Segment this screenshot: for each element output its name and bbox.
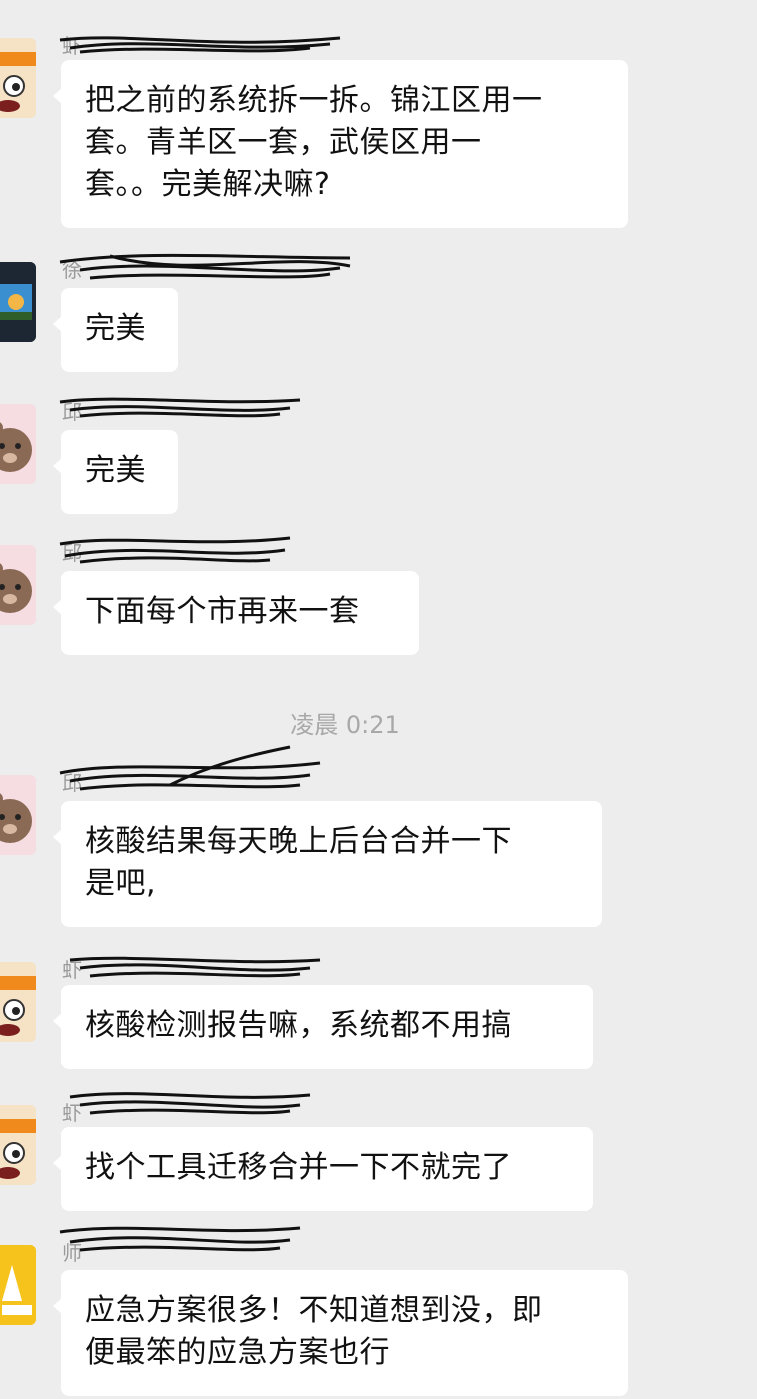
yellow-logo-icon [0, 1245, 36, 1325]
message-text: 完美 [85, 453, 146, 488]
message-text: 找个工具迁移合并一下不就完了 [85, 1150, 512, 1185]
chat-history[interactable]: 虾 把之前的系统拆一拆。锦江区用一 套。青羊区一套，武侯区用一 套。。完美解决嘛… [0, 0, 757, 1399]
message-bubble[interactable]: 找个工具迁移合并一下不就完了 [53, 1127, 593, 1211]
bear-icon [0, 775, 36, 855]
avatar[interactable] [0, 1245, 36, 1325]
message-text: 把之前的系统拆一拆。锦江区用一 [85, 83, 543, 118]
message-text: 套。青羊区一套，武侯区用一 [85, 125, 482, 160]
sender-name: 邱 [62, 541, 82, 565]
message-text: 核酸检测报告嘛，系统都不用搞 [85, 1008, 512, 1043]
avatar[interactable] [0, 404, 36, 484]
message-text: 下面每个市再来一套 [85, 594, 360, 629]
sender-name: 徐 [62, 258, 82, 282]
redaction-scribble [59, 36, 341, 54]
message-text: 是吧, [85, 866, 157, 901]
sender-name: 邱 [62, 771, 82, 795]
message-text: 应急方案很多！不知道想到没，即 [85, 1293, 543, 1328]
redaction-scribble [59, 745, 321, 791]
avatar[interactable] [0, 775, 36, 855]
sender-name: 邱 [62, 400, 82, 424]
sender-name: 虾 [62, 34, 82, 58]
avatar[interactable] [0, 1105, 36, 1185]
bear-icon [0, 545, 36, 625]
message-text: 套。。完美解决嘛? [85, 167, 331, 202]
game-screenshot-icon [0, 262, 36, 342]
cartoon-face-icon [0, 38, 36, 118]
redaction-scribble [59, 253, 351, 280]
message-bubble[interactable]: 完美 [53, 288, 178, 372]
bear-icon [0, 404, 36, 484]
sender-name: 师 [62, 1241, 82, 1265]
redaction-scribble [59, 1226, 301, 1252]
sender-name: 虾 [62, 958, 82, 982]
sender-name: 虾 [62, 1101, 82, 1125]
cartoon-face-icon [0, 962, 36, 1042]
avatar[interactable] [0, 262, 36, 342]
avatar[interactable] [0, 545, 36, 625]
message-bubble[interactable]: 把之前的系统拆一拆。锦江区用一 套。青羊区一套，武侯区用一 套。。完美解决嘛? [53, 60, 628, 228]
avatar[interactable] [0, 38, 36, 118]
message-bubble[interactable]: 应急方案很多！不知道想到没，即 便最笨的应急方案也行 [53, 1270, 628, 1396]
avatar[interactable] [0, 962, 36, 1042]
message-text: 核酸结果每天晚上后台合并一下 [85, 824, 512, 859]
message-text: 完美 [85, 311, 146, 346]
message-bubble[interactable]: 核酸结果每天晚上后台合并一下 是吧, [53, 801, 602, 927]
message-bubble[interactable]: 完美 [53, 430, 178, 514]
redaction-scribble [59, 397, 301, 418]
redaction-scribble [69, 956, 321, 978]
message-bubble[interactable]: 核酸检测报告嘛，系统都不用搞 [53, 985, 593, 1069]
message-text: 便最笨的应急方案也行 [85, 1335, 390, 1370]
redaction-scribble [69, 1092, 311, 1115]
cartoon-face-icon [0, 1105, 36, 1185]
redaction-scribble [59, 536, 291, 564]
message-bubble[interactable]: 下面每个市再来一套 [53, 571, 419, 655]
time-divider: 凌晨 0:21 [290, 711, 400, 739]
